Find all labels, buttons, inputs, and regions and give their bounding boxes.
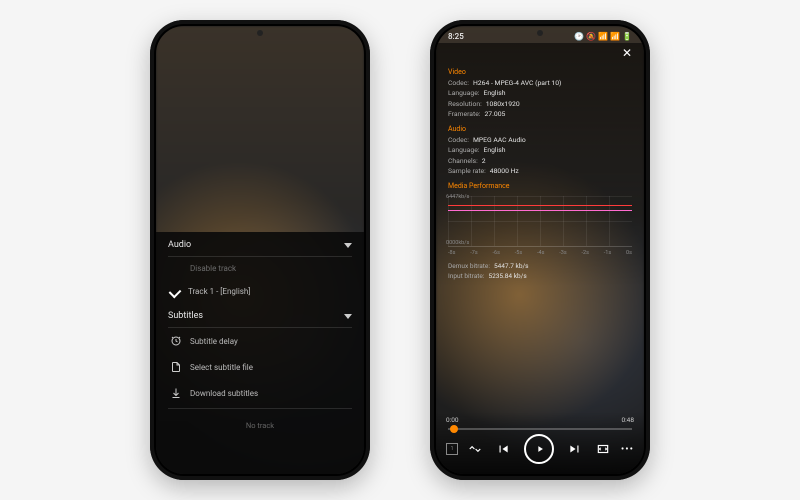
current-time: 0:00	[446, 416, 459, 424]
video-framerate-row: Framerate:27.005	[448, 109, 632, 120]
video-language-row: Language:English	[448, 88, 632, 99]
input-bitrate-row: Input bitrate:5235.84 kb/s	[448, 271, 632, 281]
video-codec-row: Codec:H264 - MPEG-4 AVC (part 10)	[448, 78, 632, 89]
check-icon	[169, 285, 182, 298]
chevron-down-icon	[344, 243, 352, 248]
seek-thumb[interactable]	[450, 425, 458, 433]
audio-header-label: Audio	[168, 240, 191, 250]
disable-track-label: Disable track	[190, 264, 236, 273]
track-1-row[interactable]: Track 1 - [English]	[168, 280, 352, 303]
rotate-icon[interactable]	[468, 442, 482, 456]
skip-prev-icon[interactable]	[496, 442, 510, 456]
divider	[168, 408, 352, 409]
statusbar: 8:25 🕑 🔕 📶 📶 🔋	[436, 26, 644, 43]
audio-section-header[interactable]: Audio	[168, 232, 352, 257]
close-button[interactable]: ✕	[622, 46, 632, 60]
subtitles-section-header[interactable]: Subtitles	[168, 303, 352, 328]
bitrate-chart: 6447kb/s 0000kb/s	[448, 196, 632, 247]
play-button[interactable]	[524, 434, 554, 464]
audio-samplerate-row: Sample rate:48000 Hz	[448, 166, 632, 177]
chart-line-demux	[448, 205, 632, 206]
phone-right: 8:25 🕑 🔕 📶 📶 🔋 ✕ Video Codec:H264 - MPEG…	[430, 20, 650, 480]
file-icon	[170, 361, 182, 373]
audio-codec-row: Codec:MPEG AAC Audio	[448, 135, 632, 146]
statusbar-icons: 🕑 🔕 📶 📶 🔋	[574, 32, 632, 41]
performance-section-label: Media Performance	[448, 181, 632, 192]
duration: 0:48	[621, 416, 634, 424]
chart-xticks: -8s-7s-6s-5s-4s-3s-2s-1s0s	[448, 247, 632, 258]
subtitle-delay-label: Subtitle delay	[190, 337, 238, 346]
more-icon[interactable]: •••	[621, 444, 634, 455]
phone-left: Audio Disable track Track 1 - [English] …	[150, 20, 370, 480]
select-subtitle-file-row[interactable]: Select subtitle file	[168, 354, 352, 380]
download-icon	[170, 387, 182, 399]
expand-icon[interactable]	[596, 442, 610, 456]
chevron-down-icon	[344, 314, 352, 319]
track-1-label: Track 1 - [English]	[188, 287, 250, 296]
download-subtitles-label: Download subtitles	[190, 389, 258, 398]
audio-channels-row: Channels:2	[448, 156, 632, 167]
skip-next-icon[interactable]	[568, 442, 582, 456]
playlist-badge[interactable]: 1	[446, 443, 458, 455]
video-section-label: Video	[448, 67, 632, 78]
subtitle-delay-row[interactable]: Subtitle delay	[168, 328, 352, 354]
seek-bar[interactable]	[448, 428, 632, 430]
video-resolution-row: Resolution:1080x1920	[448, 99, 632, 110]
select-subtitle-label: Select subtitle file	[190, 363, 253, 372]
audio-language-row: Language:English	[448, 145, 632, 156]
player-controls: 0:00 0:48 1	[436, 412, 644, 474]
no-track-label: No track	[168, 411, 352, 430]
media-info-panel: Video Codec:H264 - MPEG-4 AVC (part 10) …	[436, 43, 644, 287]
video-viewport[interactable]	[156, 26, 364, 232]
demux-bitrate-row: Demux bitrate:5447.7 kb/s	[448, 261, 632, 271]
audio-section-label: Audio	[448, 124, 632, 135]
download-subtitles-row[interactable]: Download subtitles	[168, 380, 352, 406]
tracks-sheet: Audio Disable track Track 1 - [English] …	[156, 232, 364, 474]
subtitles-header-label: Subtitles	[168, 311, 203, 321]
statusbar-time: 8:25	[448, 32, 464, 41]
chart-line-input	[448, 210, 632, 211]
clock-sync-icon	[170, 335, 182, 347]
disable-track-row[interactable]: Disable track	[168, 257, 352, 280]
